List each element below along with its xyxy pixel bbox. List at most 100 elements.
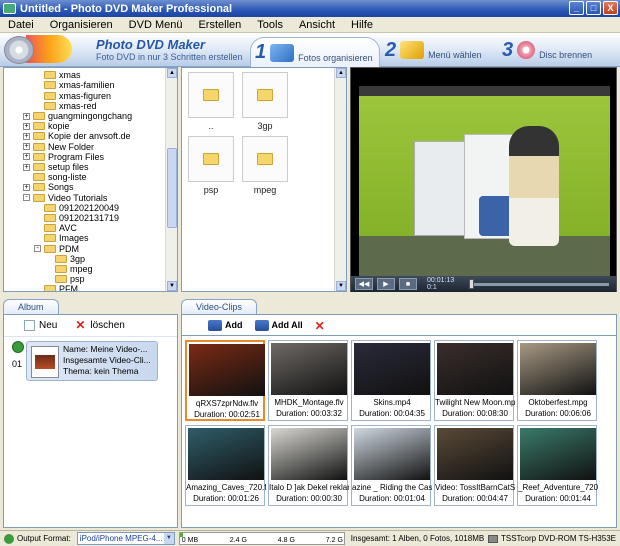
- menu-ansicht[interactable]: Ansicht: [291, 19, 343, 31]
- new-album-button[interactable]: Neu: [24, 319, 57, 331]
- clip-thumbnail: [520, 343, 596, 395]
- chevron-down-icon: ▼: [163, 533, 174, 544]
- play-album-icon[interactable]: [12, 341, 24, 353]
- tree-item[interactable]: 091202120049: [34, 203, 119, 214]
- tree-item[interactable]: xmas: [34, 70, 81, 81]
- video-clip[interactable]: Italo D ]ak Dekel reklama Duration: 00:00…: [268, 425, 349, 506]
- seek-handle[interactable]: [469, 279, 474, 289]
- tree-item-label: setup files: [48, 162, 89, 173]
- tree-item[interactable]: - Video Tutorials: [23, 192, 107, 203]
- video-clip[interactable]: Oktoberfest.mpg Duration: 00:06:06: [517, 340, 597, 421]
- play-button[interactable]: ▶: [377, 278, 395, 290]
- minimize-button[interactable]: _: [569, 1, 584, 15]
- tree-item[interactable]: + guangmingongchang: [23, 111, 132, 122]
- add-all-icon: [254, 320, 269, 332]
- tree-item[interactable]: xmas-familien: [34, 80, 115, 91]
- expander-icon[interactable]: -: [23, 194, 30, 202]
- folder-icon: [44, 203, 56, 212]
- brand-title: Photo DVD Maker: [96, 37, 206, 52]
- add-button[interactable]: Add: [208, 320, 243, 332]
- output-format-select[interactable]: iPod/iPhone MPEG-4... ▼: [76, 532, 175, 545]
- video-clip[interactable]: _Reef_Adventure_720.flv Duration: 00:01:4…: [517, 425, 598, 506]
- video-clip[interactable]: Video: TossItBarnCatSteve Duration: 00:04…: [434, 425, 515, 506]
- file-item[interactable]: 3gp: [242, 72, 288, 131]
- tree-item[interactable]: song-liste: [23, 172, 87, 183]
- expander-icon[interactable]: +: [23, 122, 30, 130]
- menu-hilfe[interactable]: Hilfe: [343, 19, 381, 31]
- remove-clip-button[interactable]: ✕: [315, 319, 325, 333]
- album-entry[interactable]: 01 Name: Meine Video-... Insgesamte Vide…: [6, 341, 176, 397]
- tree-item[interactable]: + setup files: [23, 162, 89, 173]
- menu-erstellen[interactable]: Erstellen: [190, 19, 249, 31]
- menu-datei[interactable]: Datei: [0, 19, 42, 31]
- album-number: 01: [12, 359, 23, 369]
- add-all-button[interactable]: Add All: [254, 320, 303, 332]
- tree-item[interactable]: + New Folder: [23, 141, 94, 152]
- tab-video-clips[interactable]: Video-Clips: [181, 299, 257, 314]
- tree-item[interactable]: Images: [34, 233, 89, 244]
- expander-icon[interactable]: +: [23, 183, 30, 191]
- time-display: 00:01:13 0:1: [427, 277, 455, 291]
- tree-item[interactable]: psp: [45, 274, 85, 285]
- album-card[interactable]: Name: Meine Video-... Insgesamte Video-C…: [26, 341, 158, 381]
- delete-album-button[interactable]: ✕ löschen: [75, 319, 124, 331]
- expander-icon[interactable]: +: [23, 143, 30, 151]
- drive-indicator[interactable]: TSSTcorp DVD-ROM TS-H353E: [488, 534, 616, 543]
- close-button[interactable]: X: [603, 1, 618, 15]
- drive-icon: [488, 534, 498, 543]
- video-clip[interactable]: MHDK_Montage.flv Duration: 00:03:32: [268, 340, 348, 421]
- album-thumbnail: [31, 346, 59, 378]
- project-summary: Insgesamt: 1 Alben, 0 Fotos, 1018MB: [350, 534, 485, 543]
- tree-item[interactable]: 3gp: [45, 254, 85, 265]
- video-clip[interactable]: Twilight New Moon.mp4 Duration: 00:08:30: [434, 340, 515, 421]
- album-tabstrip: Album: [3, 298, 59, 314]
- tab-album[interactable]: Album: [3, 299, 59, 314]
- tree-item[interactable]: xmas-figuren: [34, 90, 111, 101]
- maximize-button[interactable]: □: [586, 1, 601, 15]
- expander-icon[interactable]: +: [23, 153, 30, 161]
- menu-tools[interactable]: Tools: [249, 19, 291, 31]
- tree-item[interactable]: + Songs: [23, 182, 74, 193]
- step-2-tab[interactable]: 2 Menü wählen: [385, 36, 482, 64]
- tree-item[interactable]: AVC: [34, 223, 77, 234]
- video-clip[interactable]: Skins.mp4 Duration: 00:04:35: [351, 340, 431, 421]
- expander-icon[interactable]: +: [23, 132, 30, 140]
- tree-scrollbar[interactable]: ▲ ▼: [165, 68, 177, 291]
- file-item[interactable]: ..: [188, 72, 234, 131]
- tree-item-label: xmas-red: [59, 100, 97, 111]
- video-clip[interactable]: qRXS7zprNdw.flv Duration: 00:02:51: [185, 340, 265, 421]
- seek-slider[interactable]: [469, 279, 609, 289]
- file-item[interactable]: mpeg: [242, 136, 288, 195]
- expander-icon[interactable]: +: [23, 112, 30, 120]
- folder-icon: [44, 285, 56, 291]
- menu-dvd-menu[interactable]: DVD Menü: [121, 19, 191, 31]
- step-3-tab[interactable]: 3 Disc brennen: [502, 36, 592, 64]
- tree-item-label: Video Tutorials: [48, 192, 108, 203]
- tree-item[interactable]: PFM: [34, 284, 78, 291]
- video-clip[interactable]: Amazing_Caves_720.flv Duration: 00:01:26: [185, 425, 266, 506]
- expander-icon[interactable]: -: [34, 245, 41, 253]
- tree-item-label: 091202120049: [59, 202, 120, 213]
- step-3-number: 3: [502, 38, 514, 61]
- folder-tree[interactable]: xmas xmas-familien xmas-figuren xmas-red + gu…: [3, 67, 178, 292]
- tree-item[interactable]: xmas-red: [34, 101, 97, 112]
- folder-icon: [33, 122, 45, 131]
- clip-name: Italo D ]ak Dekel reklama: [269, 483, 349, 492]
- tree-item[interactable]: mpeg: [45, 264, 93, 275]
- tree-item[interactable]: + Kopie der anvsoft.de: [23, 131, 131, 142]
- expander-icon[interactable]: +: [23, 163, 30, 171]
- folder-icon: [55, 254, 67, 263]
- file-item[interactable]: psp: [188, 136, 234, 195]
- clip-thumbnail: [354, 343, 430, 395]
- file-scrollbar[interactable]: ▲ ▼: [334, 68, 346, 291]
- stop-button[interactable]: ■: [399, 278, 417, 290]
- tree-item[interactable]: + Program Files: [23, 152, 104, 163]
- step-1-tab[interactable]: 1 Fotos organisieren: [250, 37, 380, 67]
- tree-item[interactable]: - PDM: [34, 243, 79, 254]
- menu-organisieren[interactable]: Organisieren: [42, 19, 121, 31]
- rewind-button[interactable]: ◀◀: [355, 278, 373, 290]
- tree-item[interactable]: 091202131719: [34, 213, 119, 224]
- tree-item-label: PDM: [59, 243, 79, 254]
- tree-item[interactable]: + kopie: [23, 121, 70, 132]
- video-clip[interactable]: azine _ Riding the Caspia Duration: 00:01…: [351, 425, 432, 506]
